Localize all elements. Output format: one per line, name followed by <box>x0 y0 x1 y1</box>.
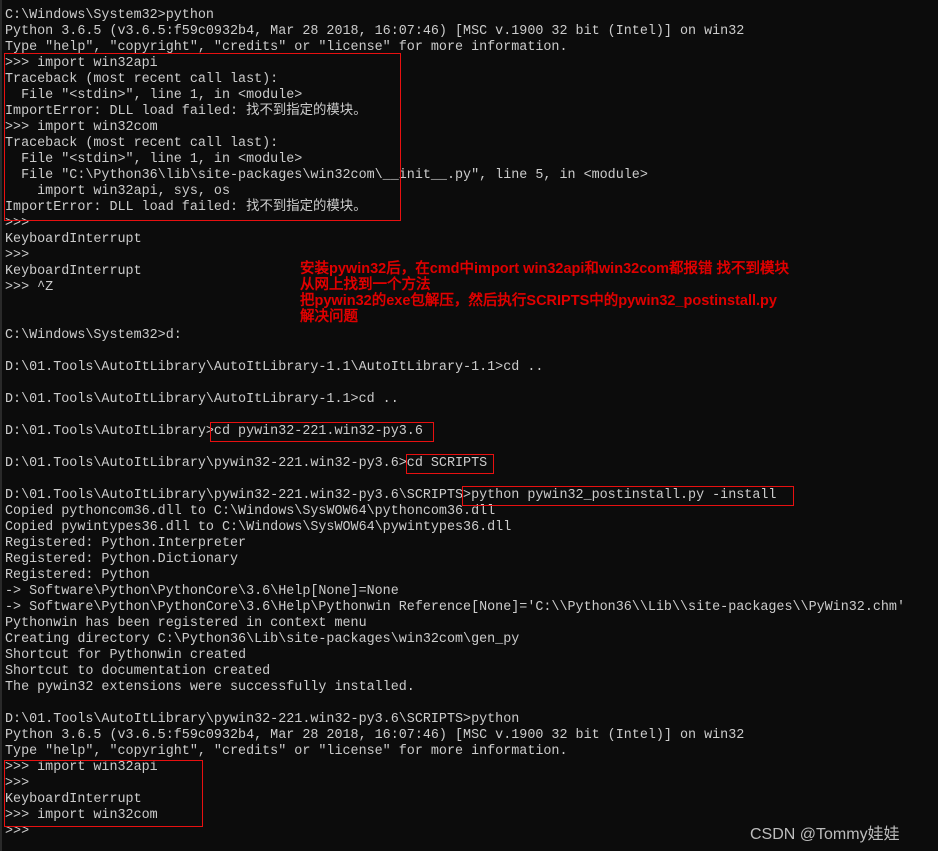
terminal-line: Type "help", "copyright", "credits" or "… <box>5 744 568 759</box>
terminal-line: Registered: Python <box>5 568 150 583</box>
annotation-line: 把pywin32的exe包解压，然后执行SCRIPTS中的pywin32_pos… <box>300 293 777 309</box>
terminal-line: Shortcut for Pythonwin created <box>5 648 247 663</box>
terminal-line: Copied pythoncom36.dll to C:\Windows\Sys… <box>5 504 496 519</box>
terminal-line: Python 3.6.5 (v3.6.5:f59c0932b4, Mar 28 … <box>5 728 745 743</box>
annotation-note: 安装pywin32后，在cmd中import win32api和win32com… <box>300 261 789 325</box>
terminal-line: Registered: Python.Dictionary <box>5 552 239 567</box>
window-edge <box>0 0 2 851</box>
terminal-line: Creating directory C:\Python36\Lib\site-… <box>5 632 520 647</box>
terminal-line: D:\01.Tools\AutoItLibrary\AutoItLibrary-… <box>5 360 544 375</box>
annotation-line: 从网上找到一个方法 <box>300 277 431 293</box>
terminal-line: D:\01.Tools\AutoItLibrary>cd pywin32-221… <box>5 424 423 439</box>
terminal-line: C:\Windows\System32>d: <box>5 328 182 343</box>
terminal-line: -> Software\Python\PythonCore\3.6\Help[N… <box>5 584 399 599</box>
terminal-line: KeyboardInterrupt <box>5 232 142 247</box>
annotation-line: 安装pywin32后，在cmd中import win32api和win32com… <box>300 261 790 277</box>
terminal-line: D:\01.Tools\AutoItLibrary\AutoItLibrary-… <box>5 392 399 407</box>
terminal-line: -> Software\Python\PythonCore\3.6\Help\P… <box>5 600 905 615</box>
highlight-box-success <box>4 760 203 827</box>
terminal-line: Python 3.6.5 (v3.6.5:f59c0932b4, Mar 28 … <box>5 24 745 39</box>
terminal-line: D:\01.Tools\AutoItLibrary\pywin32-221.wi… <box>5 712 520 727</box>
terminal-line: Copied pywintypes36.dll to C:\Windows\Sy… <box>5 520 512 535</box>
highlight-box-first-errors <box>4 53 401 221</box>
terminal-line: C:\Windows\System32>python <box>5 8 214 23</box>
terminal-line: Shortcut to documentation created <box>5 664 271 679</box>
terminal-line: Registered: Python.Interpreter <box>5 536 247 551</box>
annotation-line: 解决问题 <box>300 309 358 325</box>
highlight-box-cd-pywin32 <box>210 422 434 442</box>
terminal-line: The pywin32 extensions were successfully… <box>5 680 415 695</box>
highlight-box-postinstall <box>462 486 794 506</box>
terminal-line: Pythonwin has been registered in context… <box>5 616 367 631</box>
highlight-box-cd-scripts <box>406 454 494 474</box>
watermark: CSDN @Tommy娃娃 <box>750 826 900 843</box>
